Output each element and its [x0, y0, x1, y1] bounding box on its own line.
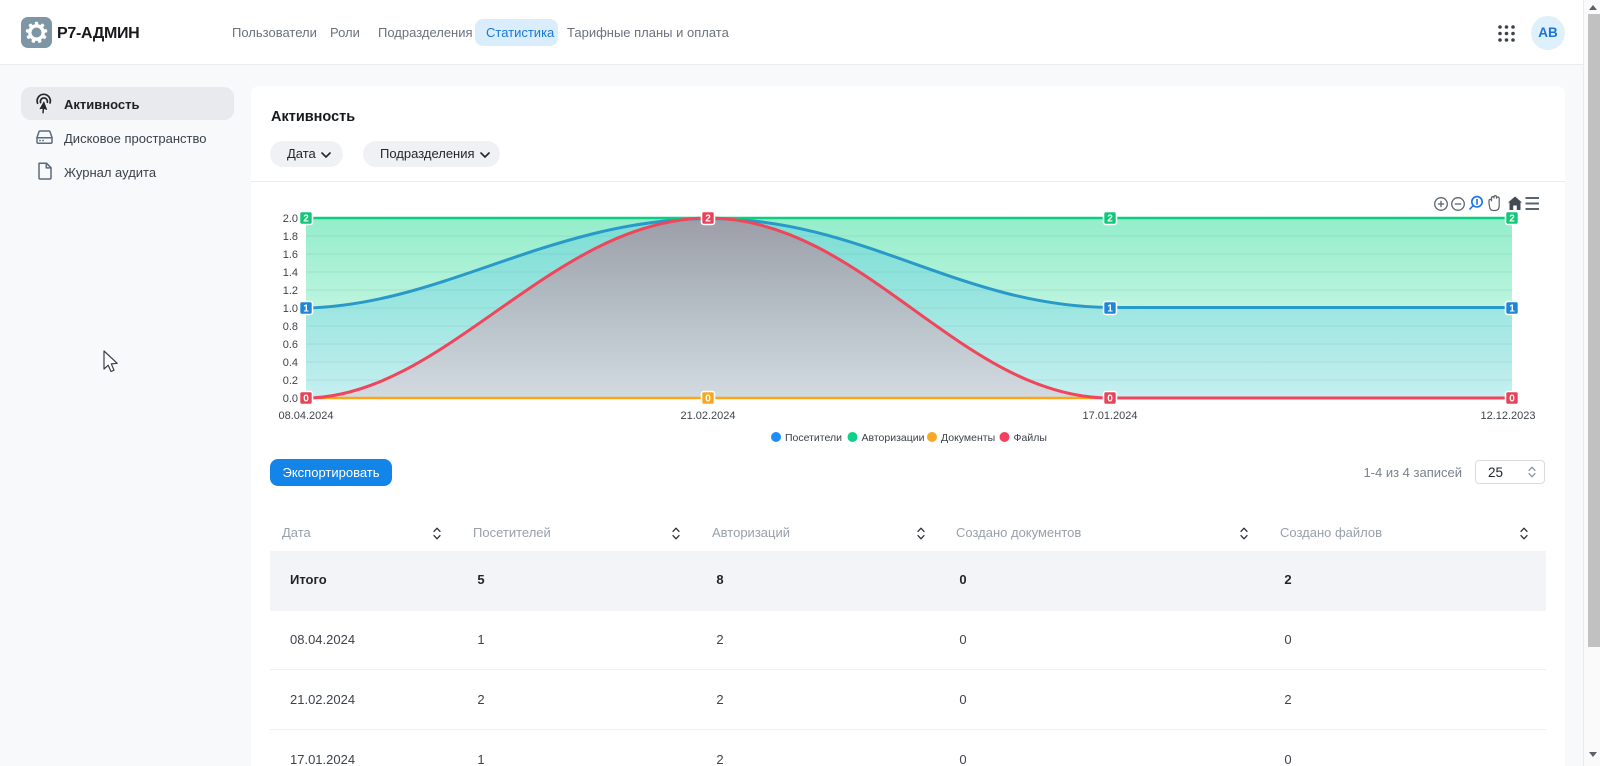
svg-text:1.8: 1.8 [283, 231, 298, 243]
svg-text:0: 0 [1509, 394, 1515, 405]
svg-text:0: 0 [1107, 394, 1113, 405]
svg-text:1.4: 1.4 [283, 267, 298, 279]
svg-text:0.4: 0.4 [283, 357, 298, 369]
svg-text:2: 2 [303, 214, 309, 225]
svg-text:0.6: 0.6 [283, 339, 298, 351]
svg-text:0.8: 0.8 [283, 321, 298, 333]
svg-text:0.0: 0.0 [283, 393, 298, 405]
svg-text:1.6: 1.6 [283, 249, 298, 261]
svg-text:1.0: 1.0 [283, 303, 298, 315]
svg-text:1: 1 [1509, 304, 1515, 315]
svg-text:17.01.2024: 17.01.2024 [1082, 410, 1137, 422]
svg-text:0.2: 0.2 [283, 375, 298, 387]
svg-text:12.12.2023: 12.12.2023 [1480, 410, 1535, 422]
svg-text:Файлы: Файлы [1014, 432, 1047, 444]
svg-text:08.04.2024: 08.04.2024 [278, 410, 333, 422]
svg-text:1.2: 1.2 [283, 285, 298, 297]
svg-text:0: 0 [705, 394, 711, 405]
svg-text:0: 0 [303, 394, 309, 405]
svg-text:Посетители: Посетители [785, 432, 842, 444]
svg-text:1: 1 [303, 304, 309, 315]
svg-text:2: 2 [705, 214, 711, 225]
svg-text:2: 2 [1107, 214, 1113, 225]
svg-text:Документы: Документы [941, 432, 995, 444]
svg-text:2.0: 2.0 [283, 213, 298, 225]
svg-text:Авторизации: Авторизации [862, 432, 925, 444]
svg-text:1: 1 [1107, 304, 1113, 315]
svg-text:2: 2 [1509, 214, 1515, 225]
svg-text:21.02.2024: 21.02.2024 [680, 410, 735, 422]
